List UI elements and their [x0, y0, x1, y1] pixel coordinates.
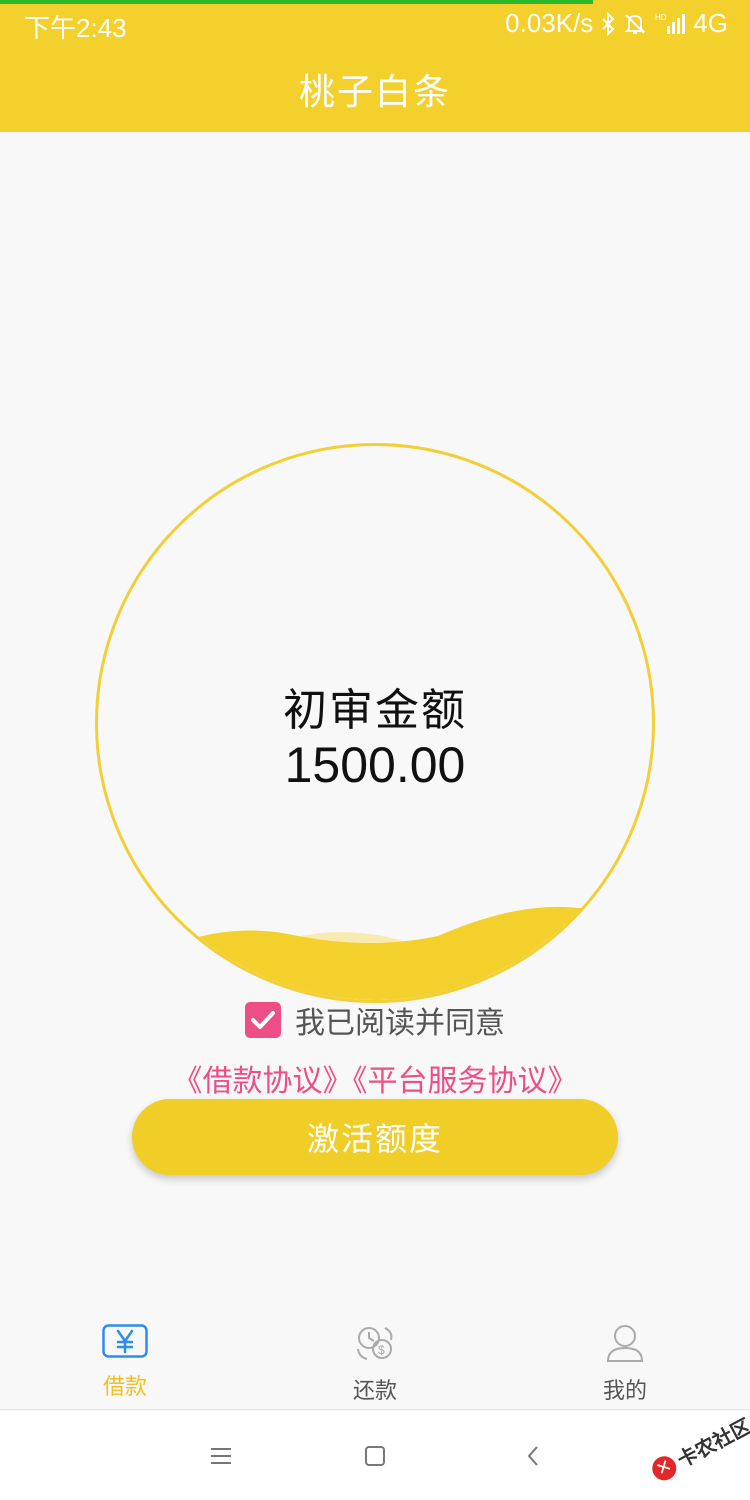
network-type: 4G [693, 8, 728, 38]
system-nav-bar [0, 1411, 750, 1500]
quota-circle: 初审金额 1500.00 [95, 443, 655, 1003]
network-speed: 0.03K/s [505, 8, 594, 38]
loan-agreement-link[interactable]: 《借款协议》 [173, 1065, 353, 1098]
menu-icon[interactable] [201, 1441, 241, 1471]
quota-amount: 1500.00 [284, 737, 466, 793]
hd-signal-icon: HD [655, 12, 686, 36]
svg-text:HD: HD [655, 13, 667, 22]
svg-text:$: $ [378, 1343, 385, 1357]
page-load-progress [0, 0, 593, 4]
app-header: 桃子白条 [0, 46, 750, 132]
home-icon[interactable] [355, 1441, 395, 1471]
user-icon [605, 1324, 645, 1367]
platform-agreement-link[interactable]: 《平台服务协议》 [353, 1065, 578, 1098]
tab-repay-label: 还款 [352, 1378, 397, 1403]
agree-checkbox[interactable] [245, 1002, 281, 1038]
tab-loan-label: 借款 [102, 1374, 147, 1399]
tab-mine-label: 我的 [602, 1378, 647, 1403]
bottom-tab-bar: 借款 $ 还款 我的 [0, 1310, 750, 1410]
agreement-links: 《借款协议》《平台服务协议》 [0, 1056, 750, 1100]
status-icons: 0.03K/s HD 4G [505, 8, 728, 39]
quota-label: 初审金额 [283, 686, 467, 735]
mute-bell-icon [623, 12, 647, 36]
status-time: 下午2:43 [24, 13, 127, 43]
activate-quota-button[interactable]: 激活额度 [132, 1099, 618, 1175]
repay-icon: $ [355, 1324, 395, 1367]
page-title: 桃子白条 [298, 71, 451, 112]
yen-icon [102, 1324, 148, 1363]
tab-loan[interactable]: 借款 [55, 1324, 195, 1401]
tab-mine[interactable]: 我的 [555, 1324, 695, 1405]
agreement-text: 我已阅读并同意 [295, 1007, 505, 1040]
back-icon[interactable] [513, 1441, 553, 1471]
status-bar: 下午2:43 0.03K/s HD 4G [0, 0, 750, 46]
agreement-row: 我已阅读并同意 [0, 1000, 750, 1040]
bluetooth-icon [601, 11, 615, 36]
tab-repay[interactable]: $ 还款 [305, 1324, 445, 1405]
checkmark-icon [251, 1011, 275, 1029]
